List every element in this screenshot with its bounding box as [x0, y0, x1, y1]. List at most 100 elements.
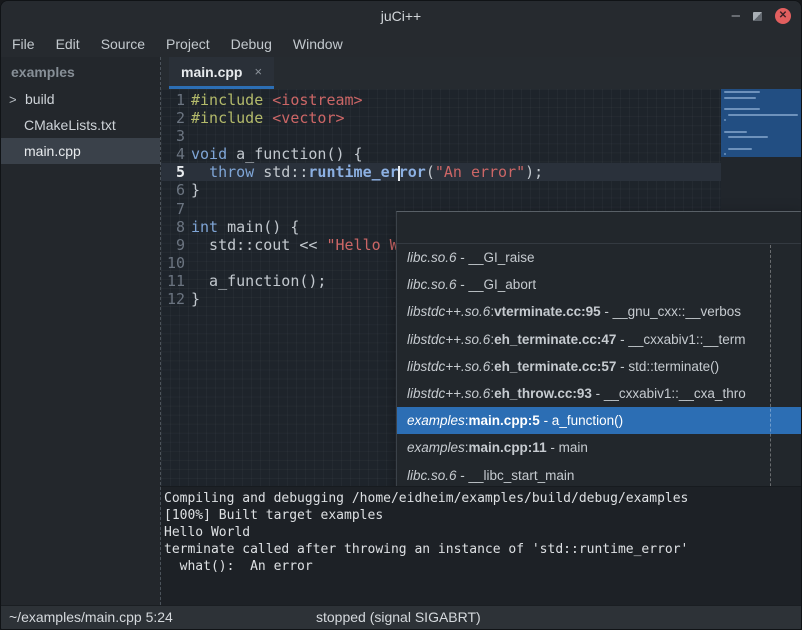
- minimap-line: [728, 136, 768, 138]
- menu-item-source[interactable]: Source: [92, 33, 154, 55]
- menu-item-edit[interactable]: Edit: [47, 33, 89, 55]
- backtrace-segment: - __gnu_cxx::__verbos: [601, 304, 741, 319]
- minimap-line: [724, 131, 747, 133]
- minimap-line: [724, 153, 726, 155]
- window-controls: – ✕: [732, 1, 791, 31]
- code-token: std::: [254, 163, 308, 181]
- tab-main-cpp[interactable]: main.cpp ×: [169, 57, 274, 89]
- line-number: 12: [161, 290, 185, 308]
- code-line[interactable]: 3: [161, 127, 721, 145]
- backtrace-segment: main.cpp:5: [469, 413, 540, 428]
- titlebar[interactable]: juCi++ – ✕: [1, 1, 801, 31]
- menu-item-window[interactable]: Window: [284, 33, 352, 55]
- backtrace-segment: libstdc++.so.6: [407, 304, 490, 319]
- backtrace-segment: - __cxxabiv1::__term: [616, 332, 745, 347]
- backtrace-item[interactable]: examples:main.cpp:11 - main: [397, 434, 801, 461]
- backtrace-segment: libstdc++.so.6: [407, 359, 490, 374]
- minimap-line: [724, 97, 756, 99]
- backtrace-item[interactable]: libstdc++.so.6:vterminate.cc:95 - __gnu_…: [397, 298, 801, 325]
- tab-label: main.cpp: [181, 64, 242, 80]
- backtrace-segment: libc.so.6: [407, 468, 457, 483]
- status-file-position: ~/examples/main.cpp 5:24: [9, 609, 173, 625]
- code-token: "Hello W: [326, 236, 398, 254]
- minimize-button[interactable]: –: [732, 11, 740, 21]
- maximize-button[interactable]: [753, 12, 762, 21]
- code-token: ror: [399, 163, 426, 181]
- backtrace-item[interactable]: libc.so.6 - __GI_raise: [397, 244, 801, 271]
- code-token: [263, 109, 272, 127]
- code-token: runtime_er: [308, 163, 398, 181]
- code-token: <vector>: [272, 109, 344, 127]
- code-token: #include: [191, 109, 263, 127]
- code-token: );: [525, 163, 543, 181]
- tab-close-icon[interactable]: ×: [254, 64, 262, 79]
- code-token: void: [191, 145, 227, 163]
- file-tree-sidebar: examples >build CMakeLists.txt main.cpp: [1, 57, 161, 605]
- minimap-line: [724, 108, 760, 110]
- tree-item-build[interactable]: >build: [1, 86, 160, 112]
- minimap[interactable]: [721, 89, 801, 157]
- code-token: "An error": [435, 163, 525, 181]
- backtrace-item[interactable]: examples:main.cpp:5 - a_function(): [397, 407, 801, 434]
- line-number: 6: [161, 181, 185, 199]
- line-number: 10: [161, 254, 185, 272]
- terminal-line: [100%] Built target examples: [164, 507, 801, 524]
- tree-item-cmakelists-txt[interactable]: CMakeLists.txt: [1, 112, 160, 138]
- status-debug-state: stopped (signal SIGABRT): [316, 609, 481, 625]
- backtrace-segment: libc.so.6: [407, 250, 457, 265]
- code-token: int: [191, 218, 218, 236]
- tree-item-label: main.cpp: [24, 143, 81, 159]
- line-number: 1: [161, 91, 185, 109]
- code-line[interactable]: 1#include <iostream>: [161, 91, 721, 109]
- line-number: 3: [161, 127, 185, 145]
- chevron-right-icon[interactable]: >: [9, 92, 25, 107]
- terminal-output[interactable]: Compiling and debugging /home/eidheim/ex…: [161, 486, 801, 605]
- tabbar: main.cpp ×: [161, 57, 801, 89]
- backtrace-segment: eh_terminate.cc:57: [494, 359, 616, 374]
- line-number: 2: [161, 109, 185, 127]
- code-token: }: [191, 290, 200, 308]
- backtrace-item[interactable]: libc.so.6 - __libc_start_main: [397, 462, 801, 487]
- backtrace-segment: - __libc_start_main: [457, 468, 575, 483]
- minimap-line: [724, 119, 726, 121]
- code-line[interactable]: 5 throw std::runtime_error("An error");: [161, 163, 721, 181]
- backtrace-item[interactable]: libstdc++.so.6:eh_terminate.cc:47 - __cx…: [397, 326, 801, 353]
- menu-item-debug[interactable]: Debug: [222, 33, 281, 55]
- backtrace-segment: - __GI_abort: [457, 277, 537, 292]
- code-token: [263, 91, 272, 109]
- menu-item-file[interactable]: File: [3, 33, 44, 55]
- menu-item-project[interactable]: Project: [157, 33, 219, 55]
- line-number: 8: [161, 218, 185, 236]
- backtrace-item[interactable]: libc.so.6 - __GI_abort: [397, 271, 801, 298]
- code-token: std::cout <<: [191, 236, 326, 254]
- code-line[interactable]: 6}: [161, 181, 721, 199]
- code-line[interactable]: 2 #include <vector>: [161, 109, 721, 127]
- tree-item-main-cpp[interactable]: main.cpp: [1, 138, 160, 164]
- code-token: <iostream>: [272, 91, 362, 109]
- backtrace-segment: - a_function(): [540, 413, 623, 428]
- tree-item-label: CMakeLists.txt: [24, 117, 116, 133]
- backtrace-segment: libstdc++.so.6: [407, 386, 490, 401]
- backtrace-segment: examples: [407, 440, 465, 455]
- window-title: juCi++: [381, 8, 421, 24]
- content: examples >build CMakeLists.txt main.cpp ma…: [1, 57, 801, 605]
- project-name-header: examples: [1, 57, 160, 86]
- code-line[interactable]: 4void a_function() {: [161, 145, 721, 163]
- line-number: 7: [161, 200, 185, 218]
- backtrace-popup-header: [397, 212, 801, 244]
- code-token: (: [426, 163, 435, 181]
- menubar: FileEditSourceProjectDebugWindow: [1, 31, 801, 57]
- backtrace-segment: main.cpp:11: [469, 440, 547, 455]
- backtrace-segment: eh_terminate.cc:47: [494, 332, 616, 347]
- backtrace-item[interactable]: libstdc++.so.6:eh_terminate.cc:57 - std:…: [397, 353, 801, 380]
- backtrace-segment: vterminate.cc:95: [494, 304, 601, 319]
- backtrace-segment: libstdc++.so.6: [407, 332, 490, 347]
- backtrace-segment: examples: [407, 413, 465, 428]
- statusbar: ~/examples/main.cpp 5:24 stopped (signal…: [1, 605, 801, 629]
- backtrace-item[interactable]: libstdc++.so.6:eh_throw.cc:93 - __cxxabi…: [397, 380, 801, 407]
- close-button[interactable]: ✕: [775, 8, 791, 24]
- code-editor[interactable]: 1#include <iostream>2 #include <vector> 34…: [161, 89, 801, 486]
- minimap-line: [724, 91, 760, 93]
- code-token: a_function();: [191, 272, 326, 290]
- code-token: a_function() {: [227, 145, 362, 163]
